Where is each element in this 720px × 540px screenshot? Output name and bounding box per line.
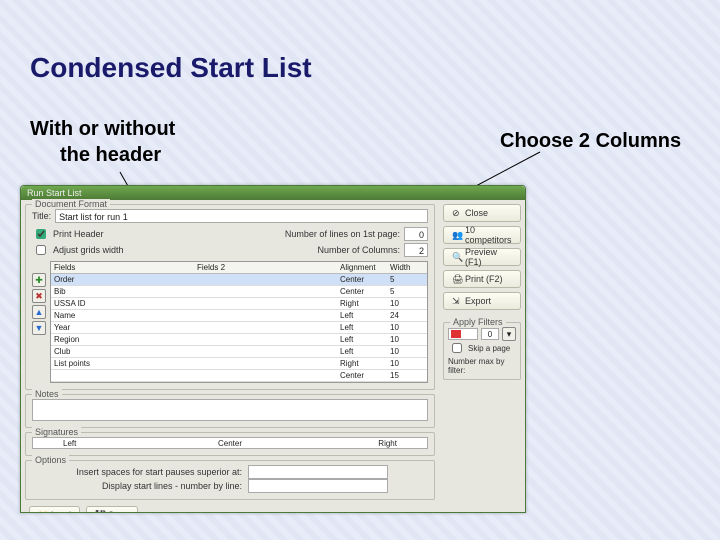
move-down-button[interactable]: ▼ <box>32 321 46 335</box>
competitors-button[interactable]: 👥10 competitors <box>443 226 521 244</box>
adjust-grids-checkbox[interactable] <box>36 245 46 255</box>
fields-grid[interactable]: Fields Fields 2 Alignment Width OrderCen… <box>50 261 428 383</box>
remove-row-button[interactable]: ✖ <box>32 289 46 303</box>
annotation-header: With or without the header <box>30 116 175 168</box>
apply-filters-group: Apply Filters 0 ▾ Skip a page Number max… <box>443 322 521 380</box>
columns-input[interactable]: 2 <box>404 243 428 257</box>
adjust-grids-label: Adjust grids width <box>53 245 124 255</box>
table-row[interactable]: ClubLeft10 <box>51 346 427 358</box>
skip-page-label: Skip a page <box>468 344 510 353</box>
notes-group: Notes <box>25 394 435 428</box>
table-row[interactable]: YearLeft10 <box>51 322 427 334</box>
options-group: Options Insert spaces for start pauses s… <box>25 460 435 500</box>
dialog-titlebar: Run Start List <box>21 186 525 200</box>
lines-1st-label: Number of lines on 1st page: <box>285 229 400 239</box>
filter-count: 0 <box>481 328 499 340</box>
notes-input[interactable] <box>32 399 428 421</box>
lines-1st-input[interactable]: 0 <box>404 227 428 241</box>
table-row[interactable]: List pointsRight10 <box>51 358 427 370</box>
add-row-button[interactable]: ✚ <box>32 273 46 287</box>
table-row[interactable]: RegionLeft10 <box>51 334 427 346</box>
table-row[interactable]: OrderCenter5 <box>51 274 427 286</box>
table-row[interactable]: Center15 <box>51 370 427 382</box>
opt-spaces-label: Insert spaces for start pauses superior … <box>32 467 242 477</box>
filter-funnel-button[interactable]: ▾ <box>502 327 516 341</box>
close-button[interactable]: ⊘Close <box>443 204 521 222</box>
close-icon: ⊘ <box>452 208 462 218</box>
num-by-filter-label: Number max by filter: <box>448 357 516 375</box>
skip-page-checkbox[interactable] <box>452 343 462 353</box>
columns-label: Number of Columns: <box>317 245 400 255</box>
print-button[interactable]: 🖨Print (F2) <box>443 270 521 288</box>
run-start-list-dialog: Run Start List Document Format Title: St… <box>20 185 526 513</box>
annotation-columns: Choose 2 Columns <box>500 130 681 153</box>
opt-display-label: Display start lines - number by line: <box>32 481 242 491</box>
print-icon: 🖨 <box>452 274 462 284</box>
people-icon: 👥 <box>452 230 462 240</box>
opt-spaces-input[interactable] <box>248 465 388 479</box>
document-format-group: Document Format Title: Start list for ru… <box>25 204 435 390</box>
title-label: Title: <box>32 211 51 221</box>
print-header-checkbox[interactable] <box>36 229 46 239</box>
filter-flag[interactable] <box>448 328 478 340</box>
save-icon: 💾 <box>95 510 105 513</box>
save-button[interactable]: 💾Save <box>86 506 138 513</box>
table-row[interactable]: NameLeft24 <box>51 310 427 322</box>
page-title: Condensed Start List <box>30 52 312 84</box>
move-up-button[interactable]: ▲ <box>32 305 46 319</box>
export-icon: ⇲ <box>452 296 462 306</box>
folder-icon: 📂 <box>38 510 48 513</box>
preview-icon: 🔍 <box>452 252 462 262</box>
title-input[interactable]: Start list for run 1 <box>55 209 428 223</box>
preview-button[interactable]: 🔍Preview (F1) <box>443 248 521 266</box>
grid-side-buttons: ✚ ✖ ▲ ▼ <box>32 273 46 335</box>
signatures-group: Signatures Left Center Right <box>25 432 435 456</box>
print-header-label: Print Header <box>53 229 104 239</box>
signatures-bar[interactable]: Left Center Right <box>32 437 428 449</box>
table-row[interactable]: USSA IDRight10 <box>51 298 427 310</box>
load-button[interactable]: 📂Load <box>29 506 80 513</box>
opt-display-input[interactable] <box>248 479 388 493</box>
table-row[interactable]: BibCenter5 <box>51 286 427 298</box>
export-button[interactable]: ⇲Export <box>443 292 521 310</box>
